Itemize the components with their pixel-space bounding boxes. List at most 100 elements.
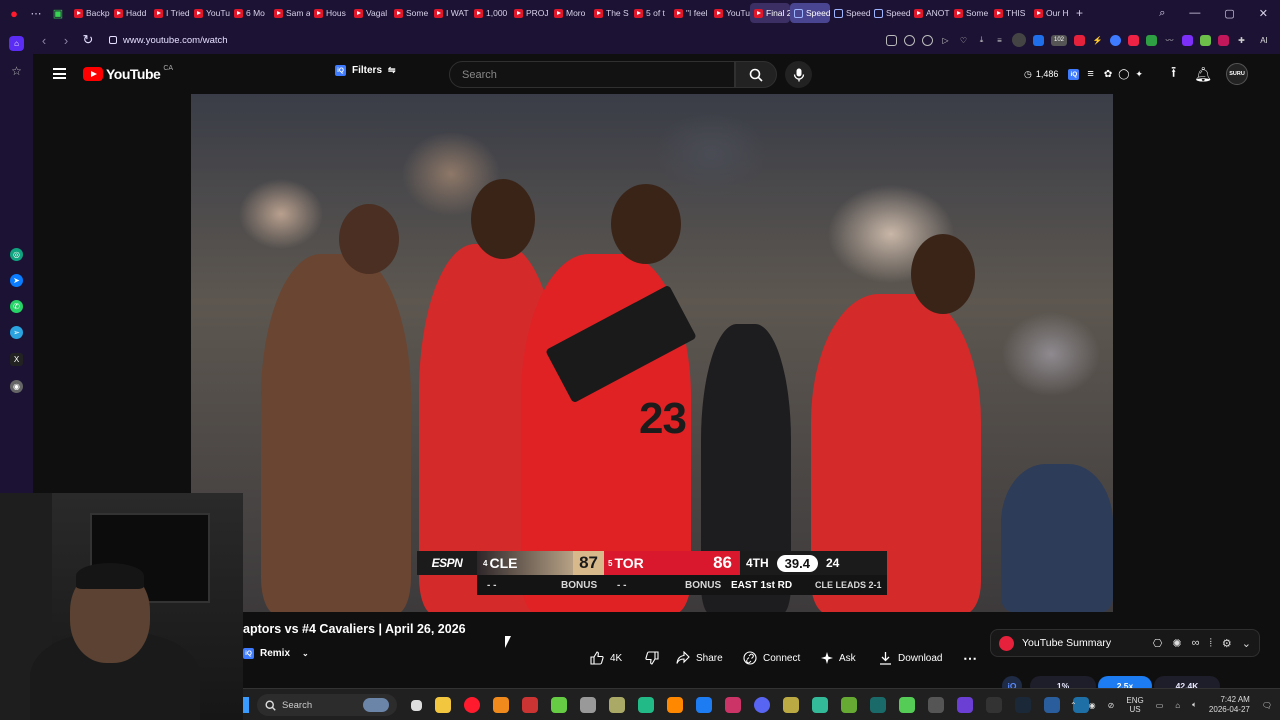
pinned-tab-icon[interactable]: ▣ (50, 5, 66, 21)
notifications-icon[interactable]: 🗨︎ (1262, 701, 1272, 710)
youtube-logo[interactable]: YouTube CA (83, 65, 173, 82)
discord-like-icon[interactable] (522, 697, 538, 713)
discord-icon[interactable] (754, 697, 770, 713)
app-icon[interactable] (841, 697, 857, 713)
browser-tab[interactable]: Vagal (350, 3, 390, 23)
share-button[interactable]: Share (666, 645, 733, 671)
stats-widget[interactable]: ◷ 1,486 (1024, 69, 1058, 80)
close-icon[interactable]: ✕ (1259, 7, 1268, 20)
video-player[interactable]: 23 ESPN 4 CLE 87 5 TOR 86 4TH 39.4 24 - … (191, 94, 1113, 612)
messenger-icon[interactable]: ➤ (10, 274, 23, 287)
url-text[interactable]: www.youtube.com/watch (123, 35, 228, 46)
globe-icon[interactable] (1110, 34, 1121, 46)
ai-icon[interactable]: AI (1254, 35, 1274, 46)
menu-icon[interactable]: ≡ (994, 35, 1005, 46)
browser-tab[interactable]: THIS (990, 3, 1030, 23)
green-extension-icon[interactable] (1146, 34, 1157, 46)
x-icon[interactable]: X (10, 353, 23, 366)
app-icon[interactable] (580, 697, 596, 713)
app-icon[interactable] (957, 697, 973, 713)
like-button[interactable]: 4K (580, 645, 632, 671)
browser-tab[interactable]: YouTu (710, 3, 750, 23)
badge-icon[interactable]: 102 (1051, 34, 1067, 46)
app-icon[interactable] (725, 697, 741, 713)
browser-tab[interactable]: Some (390, 3, 430, 23)
language-indicator[interactable]: ENG US (1126, 696, 1143, 714)
browser-tab[interactable]: Speed (830, 3, 870, 23)
browser-tab[interactable]: Speed (870, 3, 910, 23)
back-icon[interactable]: ‹ (33, 33, 55, 48)
volume-icon[interactable]: 🔈︎ (1192, 700, 1197, 710)
browser-tab[interactable]: 6 Mo (230, 3, 270, 23)
sparkle-icon[interactable]: ✦ (1135, 69, 1143, 80)
robot-icon[interactable]: ⎔ (1153, 637, 1163, 650)
steam-icon[interactable] (1015, 697, 1031, 713)
minimize-icon[interactable]: — (1189, 7, 1200, 19)
browser-tab[interactable]: Hadd (110, 3, 150, 23)
app-icon[interactable] (899, 697, 915, 713)
app-icon[interactable] (638, 697, 654, 713)
download-button[interactable]: Download (869, 645, 952, 671)
browser-tab[interactable]: Hous (310, 3, 350, 23)
edit-icon[interactable] (886, 34, 897, 46)
connect-button[interactable]: Connect (733, 645, 810, 671)
browser-tab[interactable]: Backp (70, 3, 110, 23)
browser-tab[interactable]: Some (950, 3, 990, 23)
ask-button[interactable]: Ask (811, 645, 866, 671)
shield-icon[interactable] (922, 34, 933, 46)
remix-button[interactable]: iQ Remix ⌄ (243, 648, 309, 659)
chatgpt-icon[interactable]: ✺ (1172, 637, 1181, 650)
menu-icon[interactable] (53, 68, 66, 79)
color-extension-icon[interactable] (1128, 34, 1139, 46)
clock[interactable]: 7:42 AM 2026-04-27 (1209, 695, 1250, 715)
opera-icon[interactable] (464, 697, 480, 713)
browser-tab[interactable]: "I feel (670, 3, 710, 23)
browser-tab[interactable]: I Tried (150, 3, 190, 23)
app-icon[interactable] (986, 697, 1002, 713)
bell-icon[interactable]: 🔔︎ (1194, 66, 1212, 83)
wave-icon[interactable]: 〰 (1164, 35, 1175, 46)
heart-icon[interactable]: ♡ (958, 35, 969, 46)
app-icon[interactable] (870, 697, 886, 713)
power-icon[interactable] (493, 697, 509, 713)
settings-icon[interactable]: ⚙ (1222, 637, 1232, 650)
forward-icon[interactable]: › (55, 33, 77, 48)
tray-app-icon[interactable]: ◉ (1089, 701, 1096, 710)
opera-logo-icon[interactable]: ● (6, 5, 22, 21)
player-icon[interactable]: ◉ (10, 380, 23, 393)
app-icon[interactable] (609, 697, 625, 713)
app-icon[interactable] (928, 697, 944, 713)
vpn-icon[interactable] (1012, 33, 1026, 47)
browser-tab[interactable]: I WAT (430, 3, 470, 23)
red-extension-icon[interactable] (1074, 34, 1085, 46)
search-input[interactable] (462, 68, 712, 81)
avatar[interactable]: SURU (1226, 63, 1248, 85)
lime-extension-icon[interactable] (1200, 34, 1211, 46)
bookmarks-icon[interactable]: ☆ (10, 64, 23, 78)
browser-tab[interactable]: 5 of t (630, 3, 670, 23)
maximize-icon[interactable]: ▢ (1224, 7, 1234, 20)
list-icon[interactable]: ≡ (1087, 68, 1093, 80)
audio-wave-icon[interactable]: ⦙ (1209, 637, 1211, 650)
dislike-button[interactable] (635, 645, 669, 671)
whatsapp-icon[interactable]: ✆ (10, 300, 23, 313)
search-button[interactable] (735, 61, 777, 88)
browser-tab[interactable]: Final 2 (750, 3, 790, 23)
youtube-summary-panel[interactable]: YouTube Summary ⎔ ✺ ∞ ⦙ ⚙ ⌄ (990, 629, 1260, 657)
task-view-icon[interactable] (411, 699, 422, 711)
app-icon[interactable] (1044, 697, 1060, 713)
voice-search-button[interactable] (785, 61, 812, 88)
play-icon[interactable]: ▷ (940, 35, 951, 46)
app-icon[interactable] (696, 697, 712, 713)
tray-app-icon[interactable]: ⊘ (1108, 701, 1115, 710)
more-button[interactable]: ⋯ (953, 645, 987, 671)
extension-blue-icon[interactable] (1033, 34, 1044, 46)
tools-icon[interactable]: ✿ (1104, 69, 1112, 80)
filters-button[interactable]: iQ Filters ⇋ (335, 65, 396, 76)
home-icon[interactable]: ⌂ (9, 36, 24, 51)
url-field[interactable]: www.youtube.com/watch (109, 35, 228, 46)
app-icon[interactable] (783, 697, 799, 713)
chevron-up-icon[interactable]: ⌃ (1070, 701, 1077, 710)
chevron-down-icon[interactable]: ⌄ (1242, 637, 1251, 650)
start-icon[interactable] (243, 697, 249, 713)
